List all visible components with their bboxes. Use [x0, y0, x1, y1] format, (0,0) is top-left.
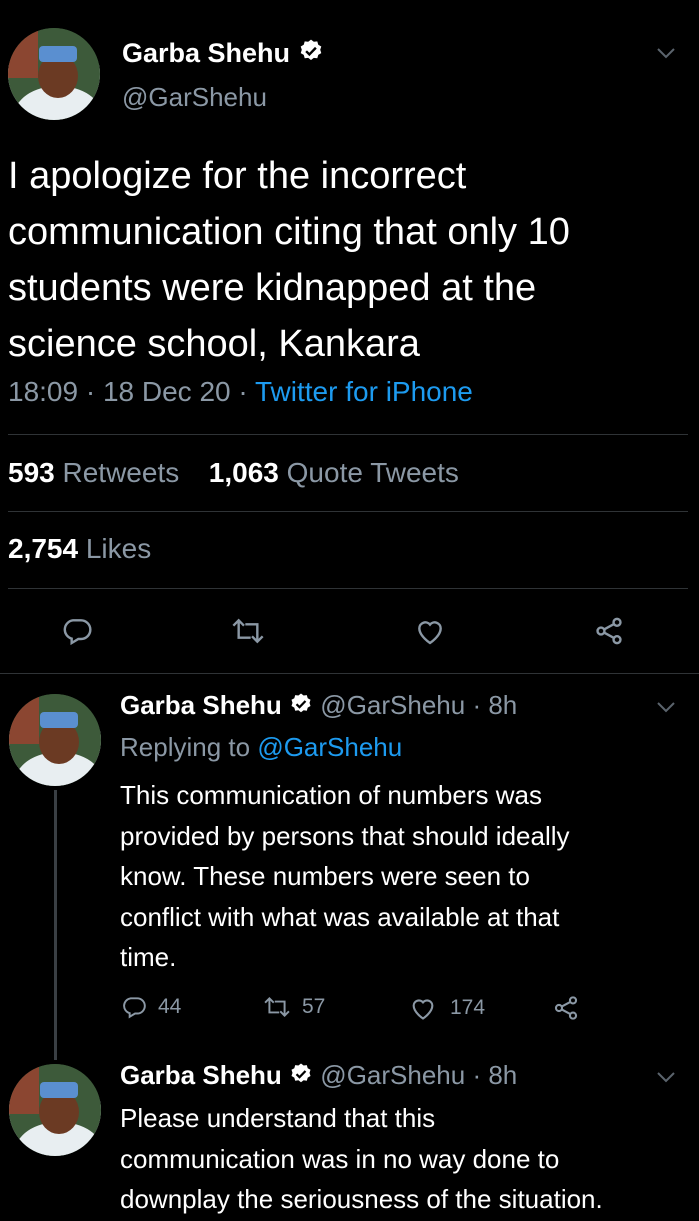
author-row: Garba Shehu [122, 38, 324, 71]
engagement-row: 593 Retweets 1,063 Quote Tweets [8, 457, 459, 489]
author-handle[interactable]: @GarShehu [320, 690, 465, 720]
retweet-icon[interactable] [262, 994, 292, 1020]
tweet-text-line: communication was in no way done to [120, 1143, 560, 1174]
chevron-down-icon[interactable] [655, 1070, 677, 1084]
chevron-down-icon[interactable] [655, 46, 677, 60]
retweet-icon[interactable] [230, 615, 266, 647]
quote-tweets-stat[interactable]: 1,063 Quote Tweets [209, 457, 459, 488]
avatar[interactable] [9, 1064, 101, 1156]
tweet-text: I apologize for the incorrect communicat… [8, 148, 570, 372]
author-handle[interactable]: @GarShehu [122, 82, 267, 113]
tweet-text-line: conflict with what was available at that [120, 901, 560, 932]
verified-badge-icon [289, 692, 313, 723]
author-name[interactable]: Garba Shehu [122, 38, 290, 68]
retweet-count: 57 [302, 995, 326, 1018]
tweet-time: 18:09 [8, 376, 79, 407]
reply-text: This communication of numbers was provid… [120, 775, 570, 978]
tweet-age: 8h [488, 690, 518, 720]
tweet-age: 8h [488, 1060, 518, 1090]
tweet-date: 18 Dec 20 [102, 376, 231, 407]
reply-action[interactable]: 44 [120, 994, 181, 1020]
replying-to: Replying to @GarShehu [120, 732, 403, 762]
author-handle[interactable]: @GarShehu [320, 1060, 465, 1090]
reply-text: Please understand that this communicatio… [120, 1098, 603, 1220]
replying-handle-link[interactable]: @GarShehu [257, 732, 402, 762]
author-name[interactable]: Garba Shehu [120, 1060, 282, 1090]
reply-header: Garba Shehu @GarShehu · 8h [120, 690, 517, 723]
reply-count: 44 [158, 995, 182, 1018]
like-count: 174 [450, 996, 486, 1019]
tweet-text-line: This communication of numbers was [120, 780, 542, 810]
share-icon[interactable] [552, 994, 580, 1022]
retweet-action[interactable]: 57 [262, 994, 325, 1020]
likes-stat[interactable]: 2,754 Likes [8, 533, 151, 565]
like-icon[interactable] [413, 615, 447, 647]
reply-header: Garba Shehu @GarShehu · 8h [120, 1060, 517, 1093]
reply-icon[interactable] [60, 615, 94, 647]
like-icon[interactable] [408, 994, 438, 1022]
verified-badge-icon [289, 1062, 313, 1093]
like-action[interactable]: 174 [408, 994, 485, 1022]
share-icon[interactable] [592, 615, 626, 647]
tweet-text-line: Please understand that this [120, 1103, 436, 1133]
tweet-meta: 18:09 · 18 Dec 20 · Twitter for iPhone [8, 376, 473, 407]
tweet-text-line: downplay the seriousness of the situatio… [120, 1184, 603, 1214]
avatar[interactable] [9, 694, 101, 786]
tweet-source[interactable]: Twitter for iPhone [255, 376, 473, 407]
tweet-text-line: communication citing that only 10 [8, 211, 570, 253]
tweet-text-line: students were kidnapped at the [8, 267, 537, 309]
author-name[interactable]: Garba Shehu [120, 690, 282, 720]
reply-icon[interactable] [120, 994, 148, 1020]
chevron-down-icon[interactable] [655, 700, 677, 714]
tweet-text-line: I apologize for the incorrect [8, 155, 467, 197]
tweet-text-line: provided by persons that should ideally [120, 820, 570, 851]
tweet-text-line: time. [120, 942, 177, 972]
retweets-stat[interactable]: 593 Retweets [8, 457, 179, 488]
tweet-text-line: know. These numbers were seen to [120, 861, 530, 891]
verified-badge-icon [298, 38, 324, 71]
avatar[interactable] [8, 28, 100, 120]
tweet-text-line: science school, Kankara [8, 323, 420, 365]
